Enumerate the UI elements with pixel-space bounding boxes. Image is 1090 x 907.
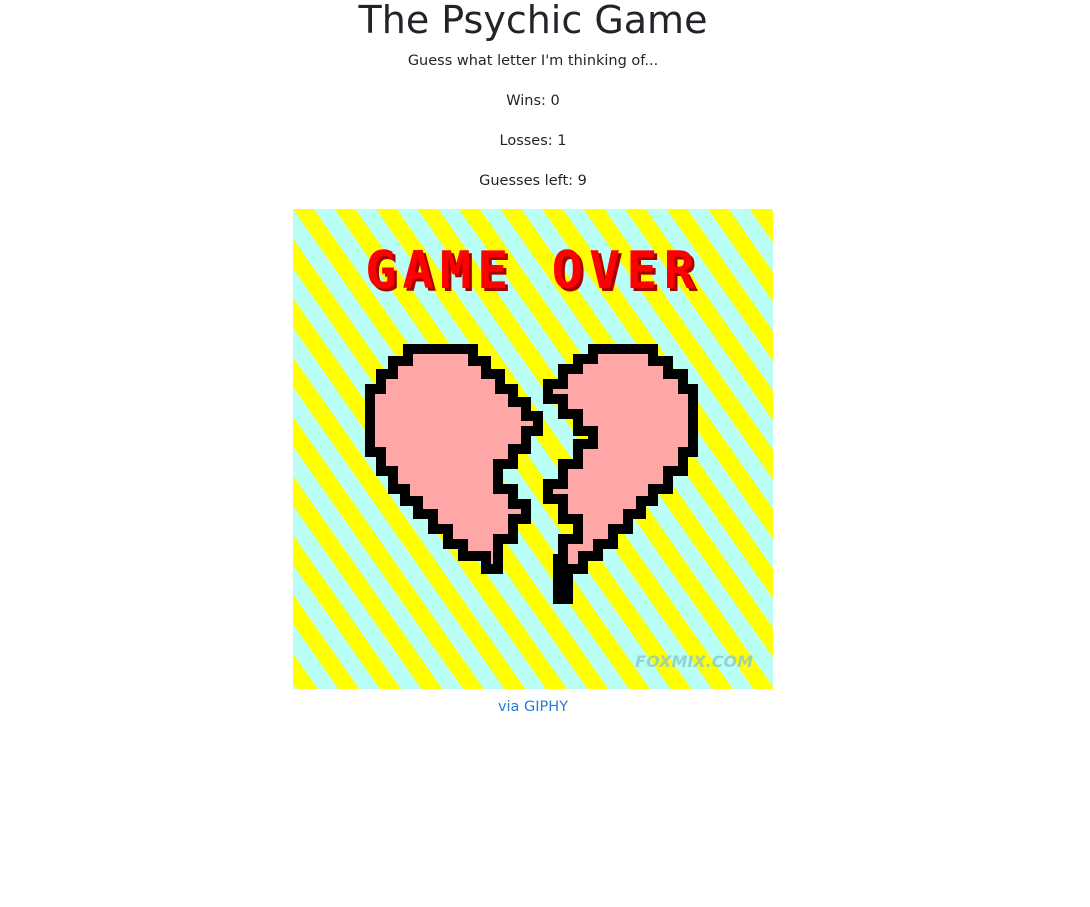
page-title: The Psychic Game <box>358 0 708 42</box>
via-giphy-link[interactable]: via GIPHY <box>0 697 1066 717</box>
watermark-label: FOXMIX.COM <box>635 652 753 671</box>
guesses-left-counter: Guesses left: 9 <box>479 173 587 189</box>
losses-counter: Losses: 1 <box>499 133 567 149</box>
game-over-caption: GAME OVER <box>365 241 701 301</box>
wins-counter: Wins: 0 <box>506 93 560 109</box>
page: The Psychic Game Guess what letter I'm t… <box>0 0 1066 907</box>
game-over-gif: GAME OVER FOXMIX.COM <box>293 209 773 689</box>
game-subtitle: Guess what letter I'm thinking of... <box>407 53 659 69</box>
